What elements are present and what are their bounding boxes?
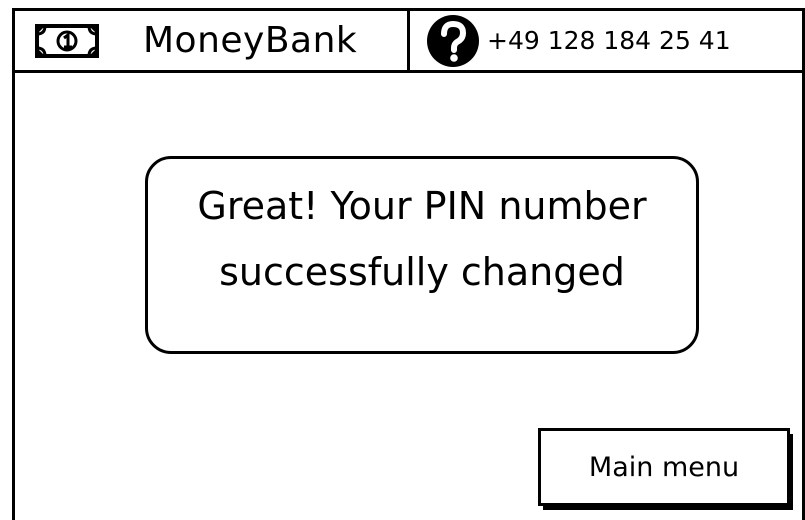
- brand-area: MoneyBank: [15, 11, 407, 70]
- support-contact: +49 128 184 25 41: [410, 11, 802, 70]
- success-message-box: Great! Your PIN number successfully chan…: [145, 156, 699, 354]
- question-circle-icon: [425, 13, 481, 69]
- main-menu-button[interactable]: Main menu: [538, 428, 790, 506]
- success-message-line-2: successfully changed: [219, 250, 625, 294]
- brand-name: MoneyBank: [143, 20, 358, 61]
- frame-left-border: [12, 8, 15, 520]
- atm-screen: MoneyBank +49 128 184 25 41 Great! Your …: [0, 0, 805, 520]
- support-phone-number: +49 128 184 25 41: [487, 26, 731, 55]
- success-message-line-1: Great! Your PIN number: [197, 184, 647, 228]
- banknote-icon: [35, 23, 99, 58]
